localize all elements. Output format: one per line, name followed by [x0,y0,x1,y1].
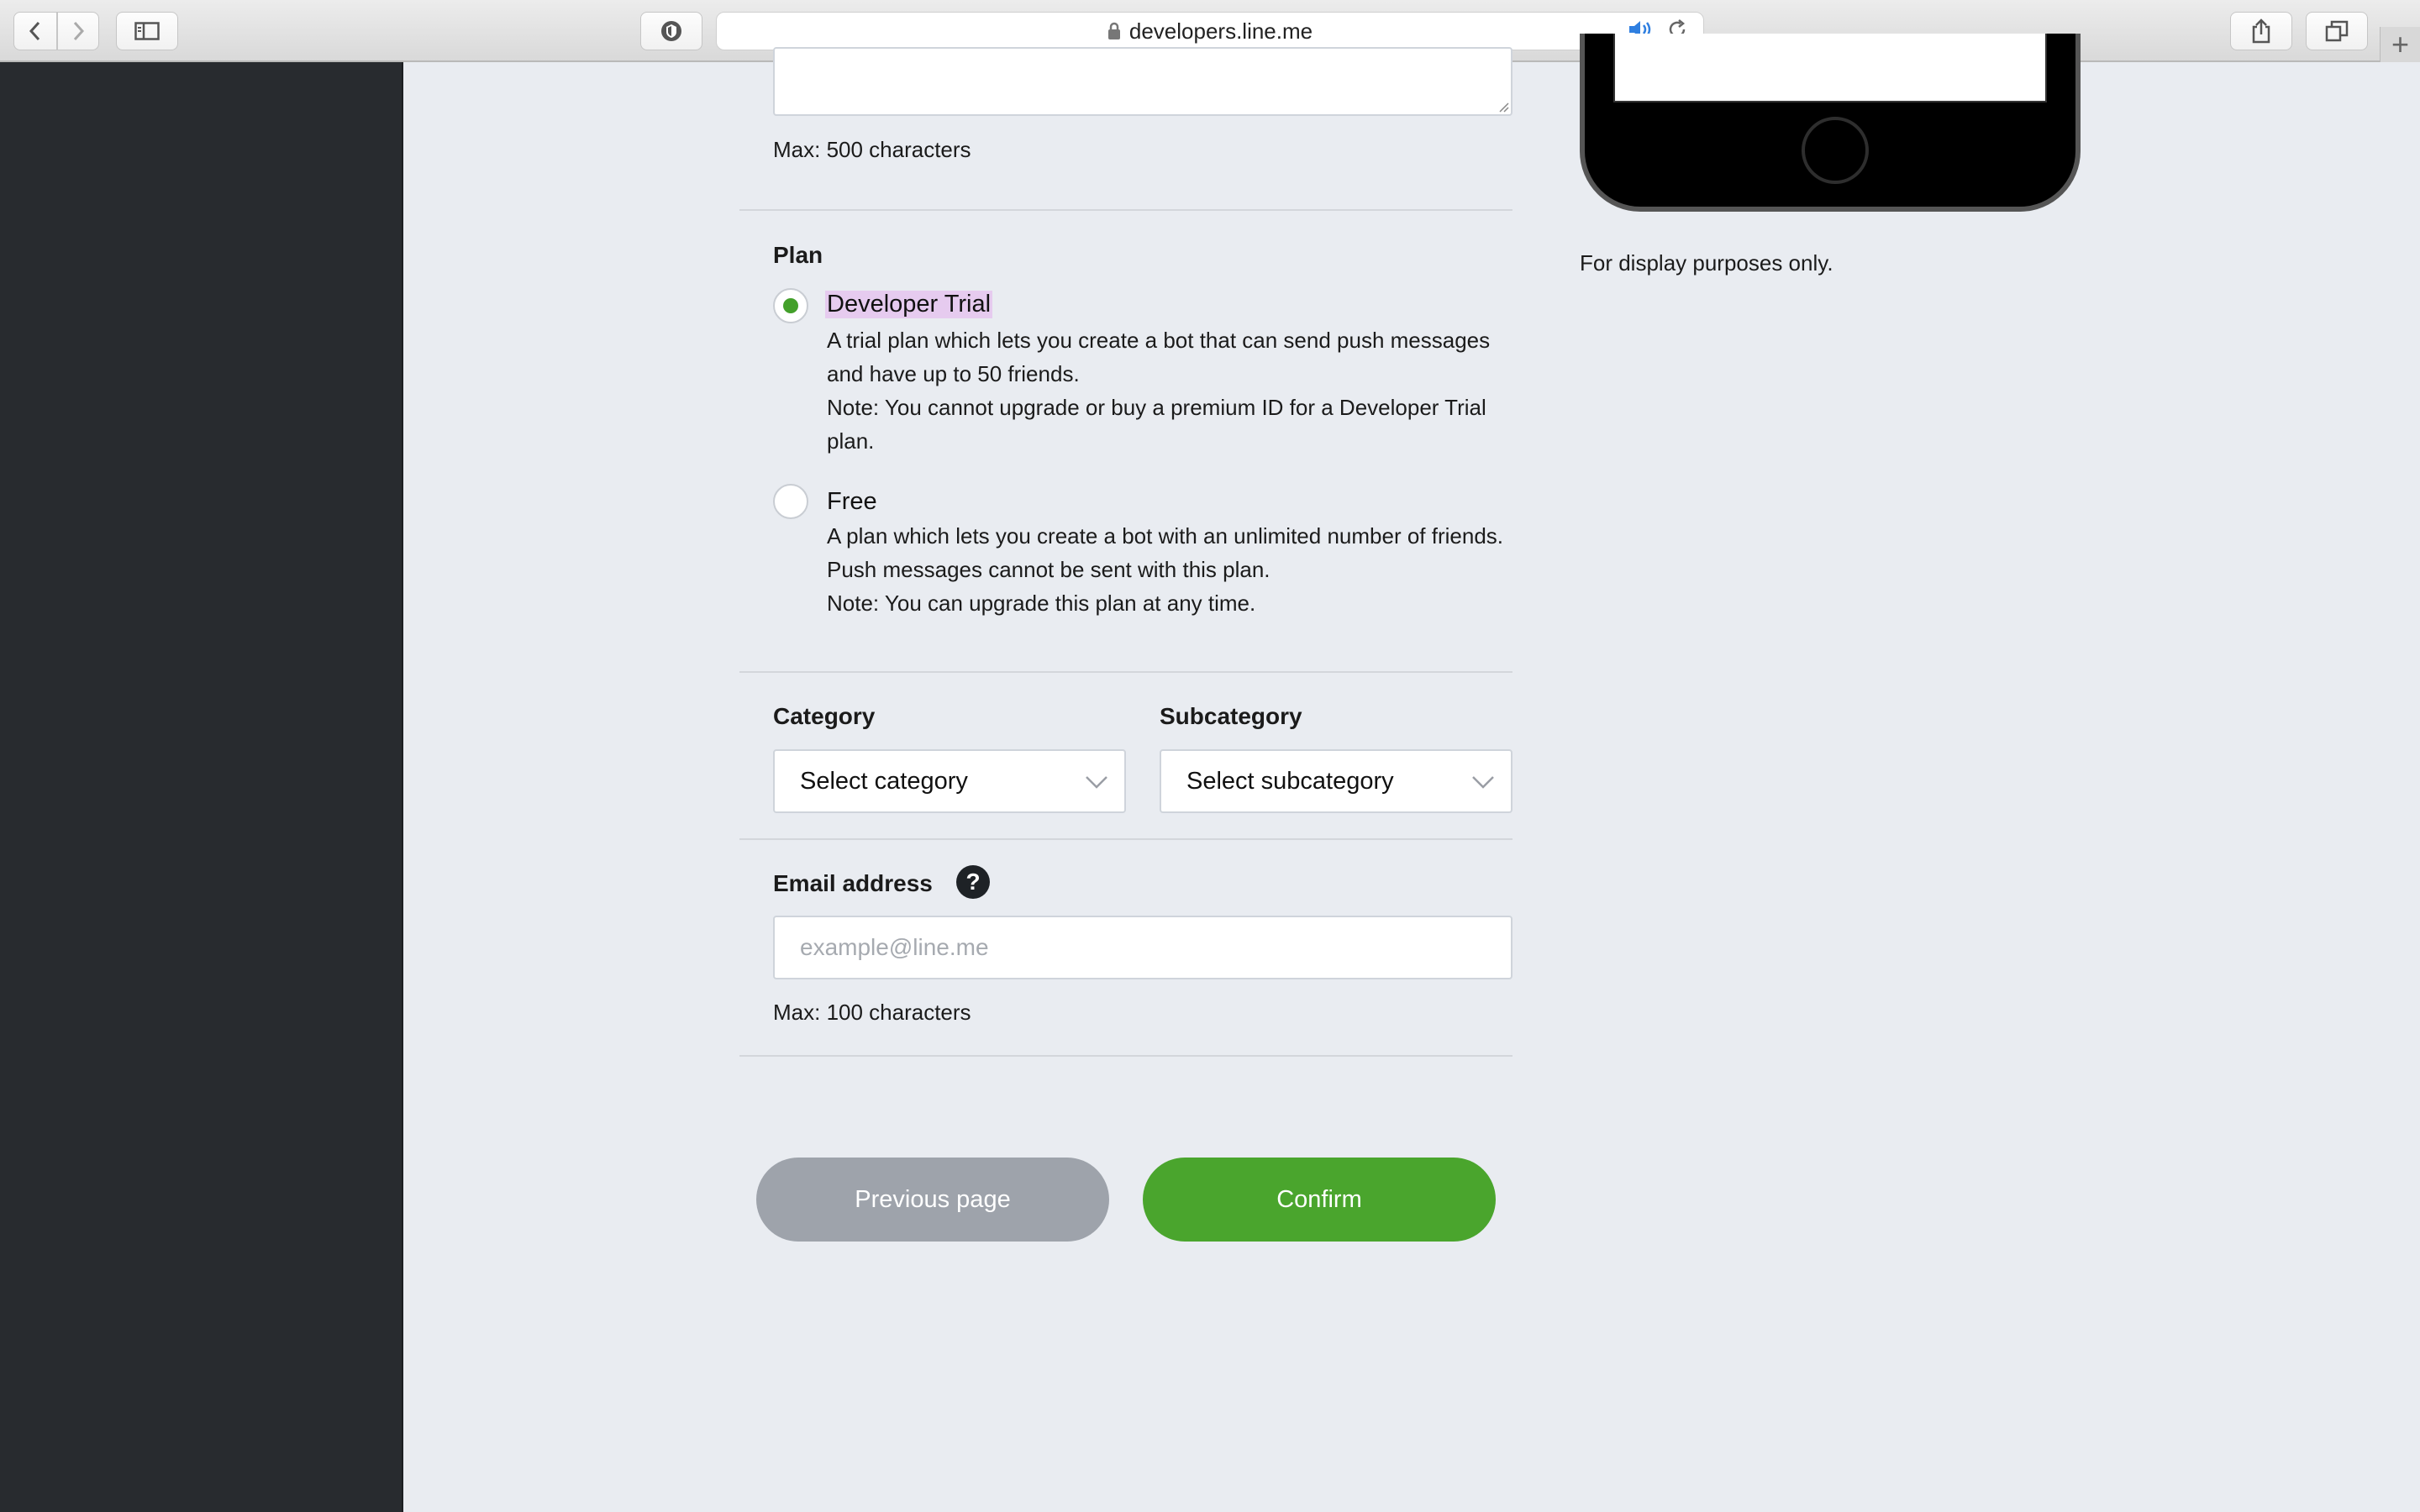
phone-screen [1613,34,2047,102]
chevron-right-icon [73,21,85,41]
help-icon[interactable]: ? [956,865,990,899]
home-button-icon [1802,117,1869,184]
email-label: Email address [773,870,933,896]
plan-note-text: Note: You cannot upgrade or buy a premiu… [827,395,1486,454]
divider [739,1055,1512,1057]
confirm-button[interactable]: Confirm [1143,1158,1496,1242]
forward-button[interactable] [57,12,99,50]
email-hint: Max: 100 characters [773,1000,971,1025]
tabs-overview-button[interactable] [2306,12,2368,50]
preview-note: For display purposes only. [1580,250,1833,276]
plan-note-text: Note: You can upgrade this plan at any t… [827,591,1256,616]
back-button[interactable] [13,12,57,50]
subcategory-select[interactable]: Select subcategory [1160,749,1512,813]
radio-developer-trial[interactable] [773,288,808,323]
category-select[interactable]: Select category [773,749,1126,813]
divider [739,671,1512,673]
shield-icon [661,21,681,41]
chevron-left-icon [29,21,40,41]
previous-page-button[interactable]: Previous page [756,1158,1109,1242]
plan-option-description: A trial plan which lets you create a bot… [827,323,1516,458]
sidebar-icon [134,22,160,40]
subcategory-select-value: Select subcategory [1186,767,1394,795]
privacy-button[interactable] [640,12,702,50]
phone-preview [1580,34,2081,212]
plan-option-description: A plan which lets you create a bot with … [827,519,1516,620]
plan-description-text: A trial plan which lets you create a bot… [827,328,1491,386]
plan-label: Plan [773,242,823,268]
share-icon [2252,18,2270,44]
sidebar [0,62,402,1512]
plan-description-text: A plan which lets you create a bot with … [827,523,1503,582]
description-hint: Max: 500 characters [773,137,971,162]
tabs-icon [2325,20,2349,42]
divider [739,209,1512,211]
plan-option-title[interactable]: Free [827,488,877,516]
subcategory-label: Subcategory [1160,703,1302,729]
divider [739,838,1512,840]
chevron-down-icon [1086,776,1107,789]
radio-selected-dot [783,298,798,313]
new-tab-button[interactable]: + [2380,27,2420,62]
chevron-down-icon [1472,776,1494,789]
email-input[interactable] [773,916,1512,979]
sidebar-border [402,62,403,1512]
resize-grip-icon[interactable] [1496,99,1509,113]
plan-option-title[interactable]: Developer Trial [825,291,993,318]
lock-icon [1107,22,1121,40]
description-textarea[interactable] [773,47,1512,116]
radio-free[interactable] [773,484,808,519]
sidebar-toggle-button[interactable] [116,12,178,50]
address-bar[interactable]: developers.line.me [716,12,1704,50]
url-text: developers.line.me [1128,18,1313,44]
category-label: Category [773,703,876,729]
category-select-value: Select category [800,767,968,795]
share-button[interactable] [2230,12,2292,50]
